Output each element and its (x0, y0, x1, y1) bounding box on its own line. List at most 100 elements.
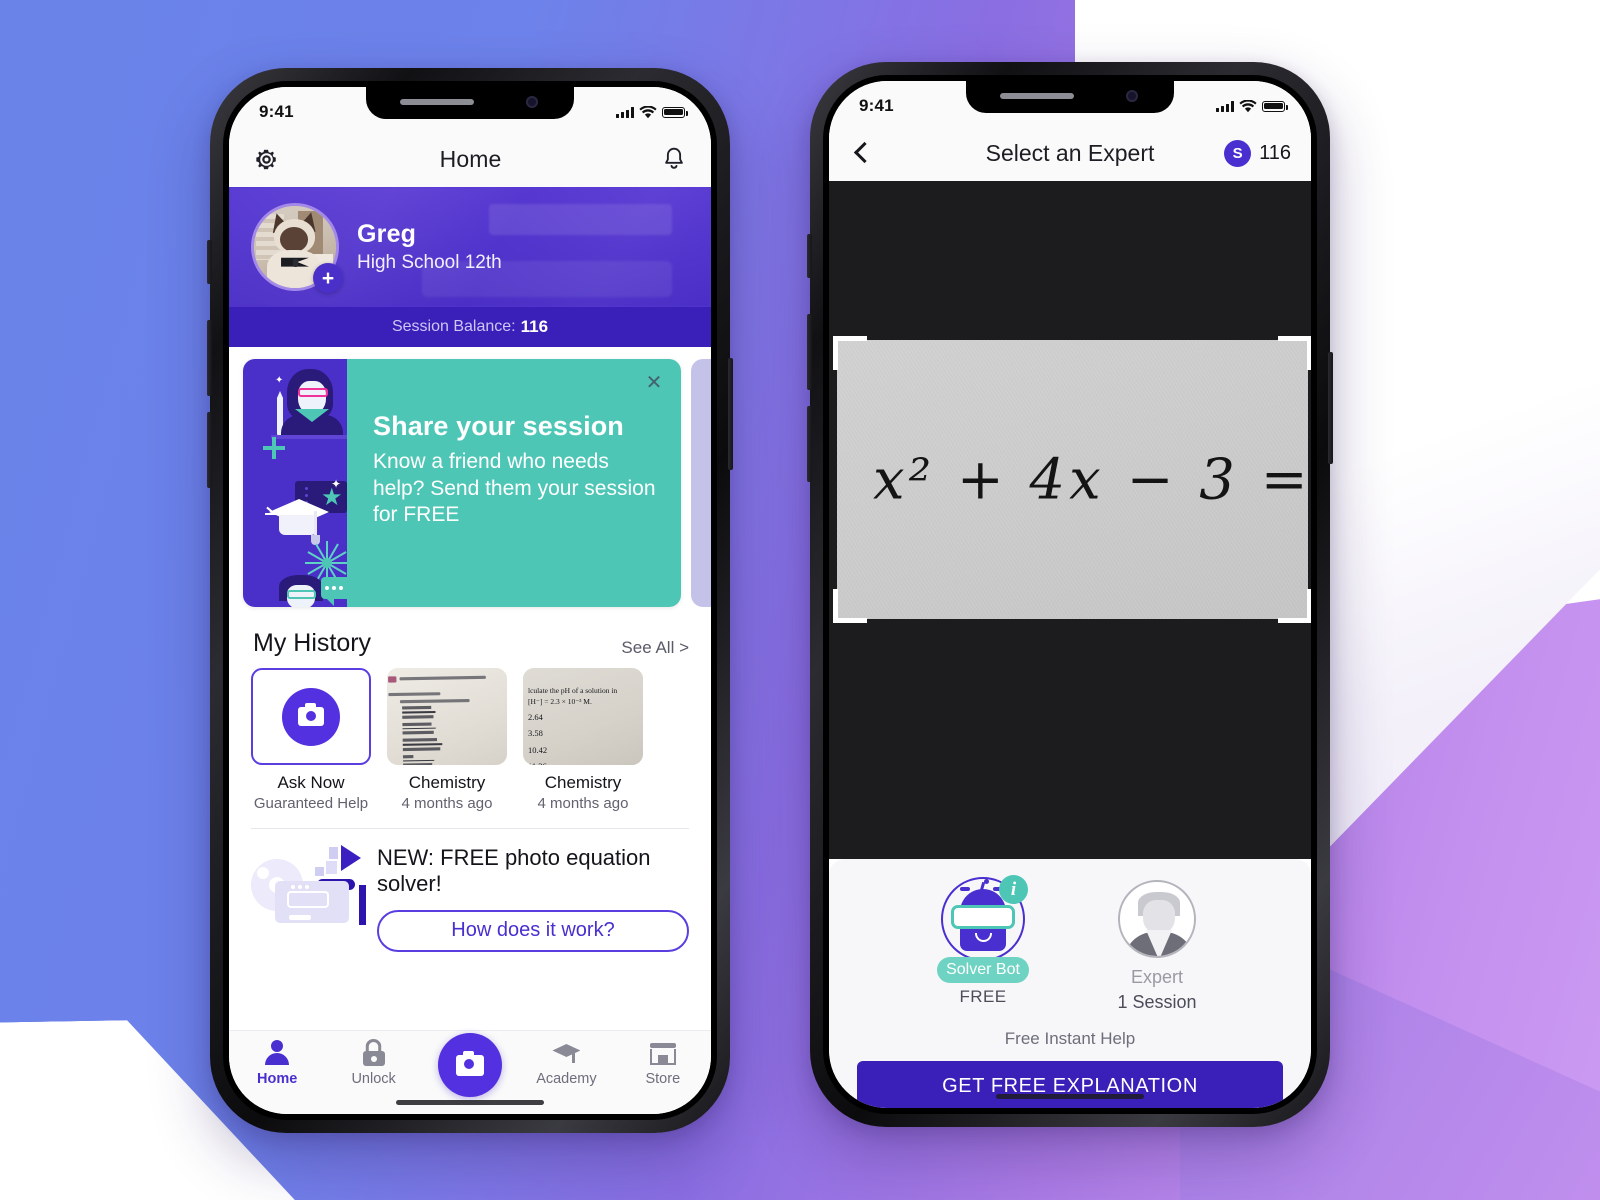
tab-label: Academy (536, 1071, 597, 1087)
profile-header[interactable]: + Greg High School 12th (229, 187, 711, 307)
list-item[interactable]: Chemistry 4 months ago (387, 668, 507, 812)
home-indicator[interactable] (996, 1094, 1144, 1099)
expert-name: Expert (1130, 967, 1184, 987)
camera-preview: x² + 4x − 3 = 0 (829, 181, 1311, 859)
notch (366, 87, 574, 119)
speaker-grille (400, 99, 474, 105)
equation-text: x² + 4x − 3 = 0 (873, 447, 1311, 512)
get-free-explanation-button[interactable]: GET FREE EXPLANATION (857, 1061, 1283, 1108)
session-balance-indicator[interactable]: S 116 (1224, 139, 1291, 167)
tab-home[interactable]: Home (229, 1040, 325, 1087)
photo-paper: x² + 4x − 3 = 0 (837, 340, 1311, 619)
promo-illustration: ✦ ★ ✦ (243, 359, 347, 607)
expert-price: 1 Session (1117, 992, 1197, 1012)
tab-unlock[interactable]: Unlock (325, 1039, 421, 1087)
tab-label: Home (257, 1071, 298, 1087)
cellular-bars-icon (616, 106, 634, 118)
session-balance-bar[interactable]: Session Balance: 116 (229, 307, 711, 347)
photo-answer: 2.64 (528, 711, 543, 722)
profile-grade: High School 12th (357, 252, 502, 273)
wifi-icon (1239, 99, 1257, 112)
info-icon[interactable]: i (999, 875, 1028, 904)
promo-body: ✕ Share your session Know a friend who n… (347, 359, 681, 607)
profile-text: Greg High School 12th (357, 220, 502, 274)
projector-icon (247, 839, 377, 931)
expert-option-solver-bot[interactable]: i Solver Bot FREE (927, 875, 1039, 1013)
profile-name: Greg (357, 220, 417, 248)
plus-icon[interactable]: + (313, 263, 343, 293)
close-icon[interactable]: ✕ (641, 369, 667, 395)
camera-icon (282, 687, 340, 746)
expert-options: i Solver Bot FREE Expert 1 Session (847, 875, 1293, 1013)
phone-power-button (1328, 352, 1333, 464)
phone-mockup-select-expert: 9:41 Select an Expert S 116 x² + 4x − 3 … (807, 62, 1333, 1127)
promo-card-next[interactable] (691, 359, 711, 607)
tab-label: Store (645, 1071, 681, 1087)
captured-photo[interactable]: x² + 4x − 3 = 0 (833, 336, 1311, 623)
tab-store[interactable]: Store (615, 1040, 711, 1087)
expert-name: Solver Bot (937, 957, 1029, 983)
wifi-icon (639, 105, 657, 118)
list-item-label: Ask Now (277, 773, 345, 792)
page-title: Home (439, 145, 502, 172)
crop-frame-icon[interactable] (1278, 589, 1311, 623)
top-navigation-bar: Home (229, 131, 711, 187)
handwritten-equation: x² + 4x − 3 = 0 (873, 447, 1311, 512)
phone-mockup-home: 9:41 Home + Greg High School 12th Sessio… (207, 68, 733, 1133)
promo-carousel[interactable]: ✦ ★ ✦ ✕ Share your session Know a friend… (229, 347, 711, 615)
crop-frame-icon[interactable] (833, 336, 867, 370)
status-indicators (616, 105, 688, 119)
phone-mute-switch (807, 234, 812, 278)
avatar[interactable]: + (251, 203, 343, 293)
ask-now-button[interactable] (251, 668, 371, 765)
camera-icon[interactable] (438, 1033, 503, 1097)
status-time: 9:41 (259, 102, 294, 121)
list-item-sub: 4 months ago (401, 795, 493, 812)
see-all-link[interactable]: See All > (621, 638, 689, 658)
phone-power-button (728, 358, 733, 470)
photo-prompt: lculate the pH of a solution in (528, 686, 618, 695)
history-thumbnail-chemistry-2[interactable]: lculate the pH of a solution in [H⁻] = 2… (523, 668, 643, 765)
tab-camera[interactable] (422, 1033, 518, 1097)
phone-volume-down-button (807, 406, 812, 482)
robot-icon: i (941, 875, 1028, 961)
promo-title: Share your session (373, 411, 624, 441)
expert-option-human-expert[interactable]: Expert 1 Session (1101, 877, 1213, 1013)
phone-bezel: 9:41 Select an Expert S 116 x² + 4x − 3 … (823, 75, 1317, 1114)
crop-frame-icon[interactable] (833, 589, 867, 623)
status-time: 9:41 (859, 96, 894, 115)
phone-mute-switch (207, 240, 212, 284)
battery-full-icon (1262, 100, 1288, 112)
phone-volume-down-button (207, 412, 212, 488)
status-badge: S (1224, 139, 1252, 167)
home-indicator[interactable] (396, 1100, 544, 1105)
promo-card-share-session[interactable]: ✦ ★ ✦ ✕ Share your session Know a friend… (243, 359, 681, 607)
expert-price: FREE (959, 987, 1007, 1006)
list-item-label: Chemistry (408, 773, 486, 792)
gear-icon[interactable] (253, 146, 280, 173)
phone-volume-up-button (207, 320, 212, 396)
crop-frame-icon[interactable] (1278, 336, 1311, 370)
person-icon (262, 1040, 292, 1066)
list-item[interactable]: lculate the pH of a solution in [H⁻] = 2… (523, 668, 643, 812)
tab-label: Unlock (351, 1071, 396, 1087)
history-thumbnail-chemistry-1[interactable] (387, 668, 507, 765)
promo-subtitle: Know a friend who needs help? Send them … (373, 450, 656, 527)
front-camera-icon (526, 96, 538, 108)
bell-icon[interactable] (661, 146, 687, 173)
session-balance-value: 116 (1259, 141, 1291, 164)
status-indicators (1216, 99, 1288, 113)
expert-avatar-icon (1118, 880, 1196, 958)
store-icon (648, 1040, 678, 1066)
tab-academy[interactable]: Academy (518, 1040, 614, 1087)
session-balance-label: Session Balance: (391, 318, 516, 335)
battery-full-icon (662, 106, 688, 118)
list-item[interactable]: Ask Now Guaranteed Help (251, 668, 371, 812)
profile-content: + Greg High School 12th (229, 187, 711, 307)
photo-answer: 11.36 (528, 759, 638, 765)
how-does-it-work-button[interactable]: How does it work? (377, 909, 689, 952)
speaker-grille (1000, 93, 1074, 99)
cellular-bars-icon (1216, 100, 1234, 112)
phone-volume-up-button (807, 314, 812, 390)
history-list: Ask Now Guaranteed Help Chemistry 4 mont… (229, 668, 711, 812)
